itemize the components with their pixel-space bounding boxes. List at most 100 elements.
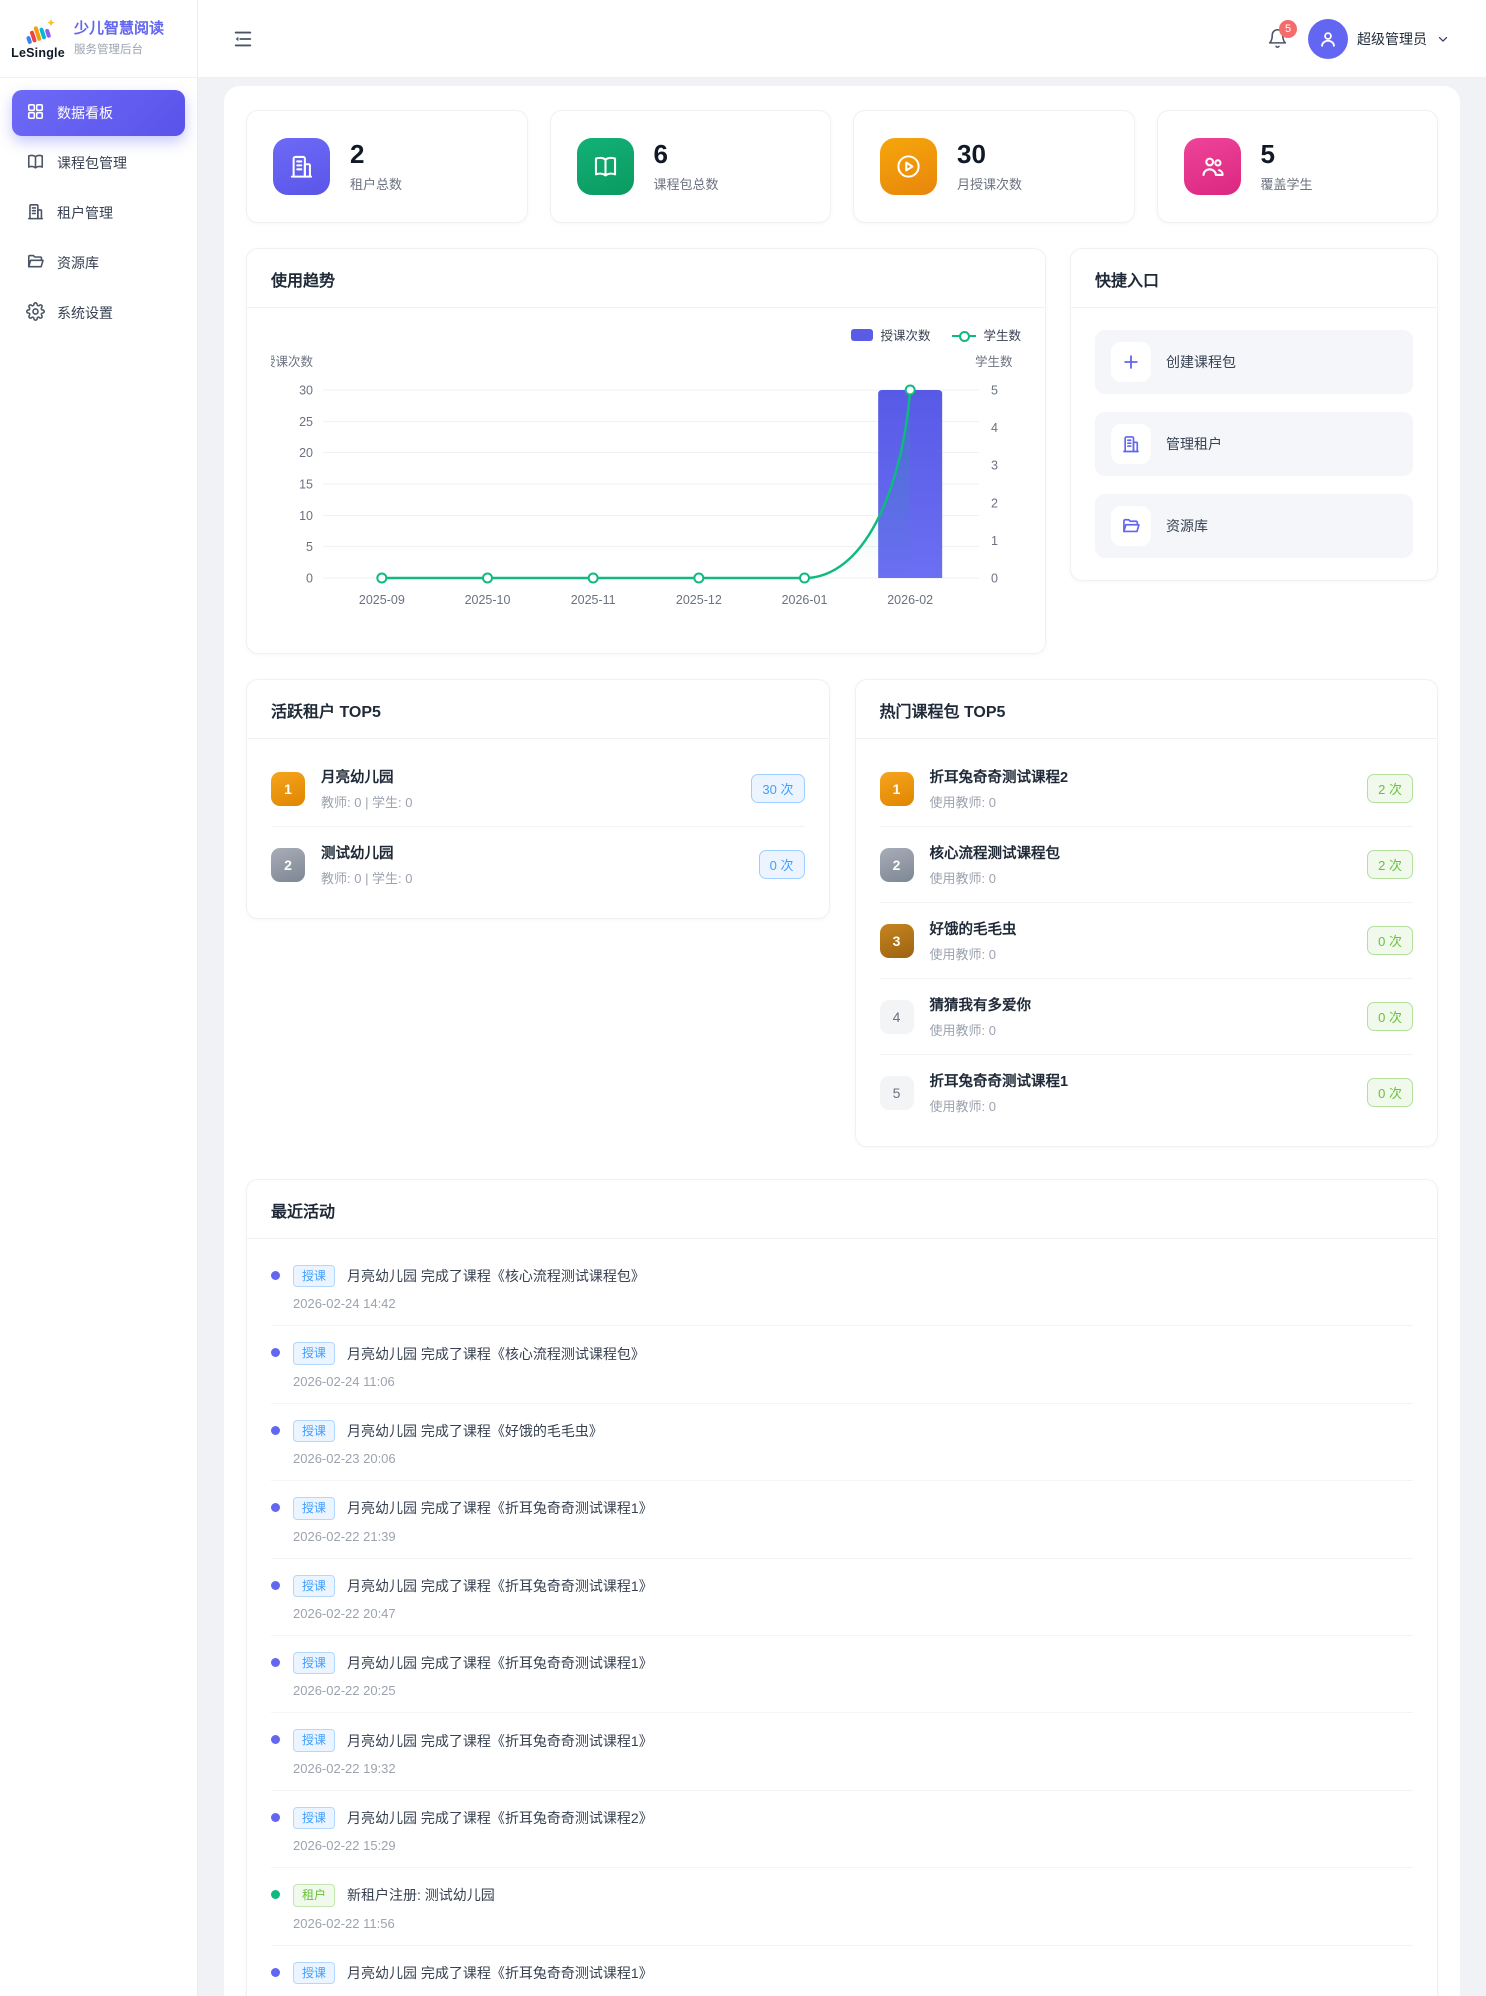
sidebar: LeSingle 少儿智慧阅读 服务管理后台 数据看板 课程包管理 租户管理 资… (0, 0, 198, 1996)
list-item: 3 好饿的毛毛虫 使用教师: 0 0 次 (880, 903, 1414, 979)
activity-text: 月亮幼儿园 完成了课程《折耳兔奇奇测试课程1》 (347, 1576, 653, 1596)
building-icon (273, 138, 330, 195)
list-item: 授课月亮幼儿园 完成了课程《核心流程测试课程包》 2026-02-24 14:4… (271, 1249, 1413, 1326)
folder-icon (26, 252, 45, 274)
list-item: 授课月亮幼儿园 完成了课程《折耳兔奇奇测试课程1》 2026-02-22 20:… (271, 1636, 1413, 1713)
stat-value: 5 (1261, 140, 1313, 169)
svg-text:2025-10: 2025-10 (465, 593, 511, 607)
svg-text:20: 20 (299, 446, 313, 460)
top-header: 5 超级管理员 (198, 0, 1486, 78)
svg-text:2026-02: 2026-02 (887, 593, 933, 607)
notification-badge: 5 (1279, 20, 1297, 38)
activity-dot (271, 1968, 280, 1977)
usage-trend-chart: 051015202530012345授课次数学生数2025-092025-102… (271, 344, 1021, 635)
chart-legend: 授课次数 学生数 (271, 324, 1021, 344)
count-badge: 0 次 (1367, 1002, 1413, 1031)
list-item: 租户新租户注册: 测试幼儿园 2026-02-22 11:56 (271, 1868, 1413, 1945)
activity-tag: 授课 (293, 1497, 335, 1519)
activity-time: 2026-02-22 21:39 (293, 1529, 653, 1544)
count-badge: 0 次 (1367, 926, 1413, 955)
sidebar-collapse-icon[interactable] (228, 24, 258, 54)
sidebar-item-dashboard[interactable]: 数据看板 (12, 90, 185, 136)
quick-manage-tenants-button[interactable]: 管理租户 (1095, 412, 1413, 476)
card-title: 热门课程包 TOP5 (856, 680, 1438, 739)
svg-text:4: 4 (991, 421, 998, 435)
app-subtitle: 服务管理后台 (74, 41, 164, 57)
logo-icon: LeSingle (12, 17, 64, 60)
activity-tag: 租户 (293, 1884, 335, 1906)
user-menu[interactable]: 超级管理员 (1308, 19, 1450, 59)
notification-bell-icon[interactable]: 5 (1262, 24, 1292, 54)
activity-tag: 授课 (293, 1420, 335, 1442)
activity-text: 月亮幼儿园 完成了课程《折耳兔奇奇测试课程1》 (347, 1498, 653, 1518)
activity-tag: 授课 (293, 1807, 335, 1829)
activity-dot (271, 1890, 280, 1899)
activity-tag: 授课 (293, 1962, 335, 1984)
svg-text:10: 10 (299, 509, 313, 523)
list-item: 授课月亮幼儿园 完成了课程《折耳兔奇奇测试课程2》 2026-02-22 15:… (271, 1791, 1413, 1868)
building-icon (26, 202, 45, 224)
activity-tag: 授课 (293, 1342, 335, 1364)
activity-text: 月亮幼儿园 完成了课程《折耳兔奇奇测试课程1》 (347, 1963, 653, 1983)
active-tenants-card: 活跃租户 TOP5 1 月亮幼儿园 教师: 0 | 学生: 0 30 次 2 (246, 679, 830, 919)
dashboard-icon (26, 102, 45, 124)
hot-packages-card: 热门课程包 TOP5 1 折耳兔奇奇测试课程2 使用教师: 0 2 次 2 (855, 679, 1439, 1147)
legend-bar-swatch (851, 329, 873, 341)
card-title: 快捷入口 (1071, 249, 1437, 308)
svg-text:0: 0 (991, 572, 998, 586)
sidebar-item-label: 数据看板 (57, 103, 113, 123)
stat-card-packages: 6 课程包总数 (550, 110, 832, 223)
svg-text:授课次数: 授课次数 (271, 354, 313, 369)
list-item: 1 月亮幼儿园 教师: 0 | 学生: 0 30 次 (271, 751, 805, 827)
sidebar-item-settings[interactable]: 系统设置 (12, 290, 185, 336)
sidebar-menu: 数据看板 课程包管理 租户管理 资源库 系统设置 (0, 78, 197, 352)
activity-text: 月亮幼儿园 完成了课程《好饿的毛毛虫》 (347, 1421, 603, 1441)
list-item: 授课月亮幼儿园 完成了课程《折耳兔奇奇测试课程1》 2026-02-22 21:… (271, 1481, 1413, 1558)
activity-dot (271, 1735, 280, 1744)
activity-text: 月亮幼儿园 完成了课程《核心流程测试课程包》 (347, 1344, 645, 1364)
list-item: 1 折耳兔奇奇测试课程2 使用教师: 0 2 次 (880, 751, 1414, 827)
rank-badge: 2 (271, 848, 305, 882)
activity-tag: 授课 (293, 1265, 335, 1287)
activity-dot (271, 1271, 280, 1280)
list-item: 授课月亮幼儿园 完成了课程《折耳兔奇奇测试课程1》 2026-02-22 20:… (271, 1559, 1413, 1636)
sidebar-item-course-packages[interactable]: 课程包管理 (12, 140, 185, 186)
activity-tag: 授课 (293, 1729, 335, 1751)
card-title: 最近活动 (247, 1180, 1437, 1239)
list-item: 5 折耳兔奇奇测试课程1 使用教师: 0 0 次 (880, 1055, 1414, 1130)
folder-icon (1111, 506, 1151, 546)
stat-card-tenants: 2 租户总数 (246, 110, 528, 223)
stat-cards: 2 租户总数 6 课程包总数 (246, 110, 1438, 223)
stat-card-monthly-lessons: 30 月授课次数 (853, 110, 1135, 223)
avatar (1308, 19, 1348, 59)
stat-card-students: 5 覆盖学生 (1157, 110, 1439, 223)
user-name: 超级管理员 (1357, 29, 1427, 49)
activity-time: 2026-02-22 15:29 (293, 1838, 653, 1853)
recent-activities-card: 最近活动 授课月亮幼儿园 完成了课程《核心流程测试课程包》 2026-02-24… (246, 1179, 1438, 1996)
list-item: 授课月亮幼儿园 完成了课程《好饿的毛毛虫》 2026-02-23 20:06 (271, 1404, 1413, 1481)
quick-resources-button[interactable]: 资源库 (1095, 494, 1413, 558)
sidebar-item-resources[interactable]: 资源库 (12, 240, 185, 286)
activity-time: 2026-02-22 20:25 (293, 1683, 653, 1698)
activity-time: 2026-02-24 11:06 (293, 1374, 645, 1389)
quick-entry-card: 快捷入口 创建课程包 管理租户 资源库 (1070, 248, 1438, 581)
activity-time: 2026-02-24 14:42 (293, 1296, 645, 1311)
app-logo: LeSingle 少儿智慧阅读 服务管理后台 (0, 0, 197, 78)
chevron-down-icon (1436, 32, 1450, 46)
activity-text: 月亮幼儿园 完成了课程《折耳兔奇奇测试课程1》 (347, 1731, 653, 1751)
rank-badge: 1 (271, 772, 305, 806)
building-icon (1111, 424, 1151, 464)
activity-dot (271, 1503, 280, 1512)
svg-text:1: 1 (991, 534, 998, 548)
activity-time: 2026-02-22 20:47 (293, 1606, 653, 1621)
sidebar-item-tenants[interactable]: 租户管理 (12, 190, 185, 236)
rank-badge: 1 (880, 772, 914, 806)
activity-time: 2026-02-23 20:06 (293, 1451, 603, 1466)
activity-time: 2026-02-22 11:56 (293, 1916, 495, 1931)
list-item: 2 测试幼儿园 教师: 0 | 学生: 0 0 次 (271, 827, 805, 902)
svg-text:2025-11: 2025-11 (571, 593, 616, 607)
sidebar-item-label: 租户管理 (57, 203, 113, 223)
count-badge: 30 次 (751, 774, 804, 803)
list-item: 4 猜猜我有多爱你 使用教师: 0 0 次 (880, 979, 1414, 1055)
quick-create-package-button[interactable]: 创建课程包 (1095, 330, 1413, 394)
